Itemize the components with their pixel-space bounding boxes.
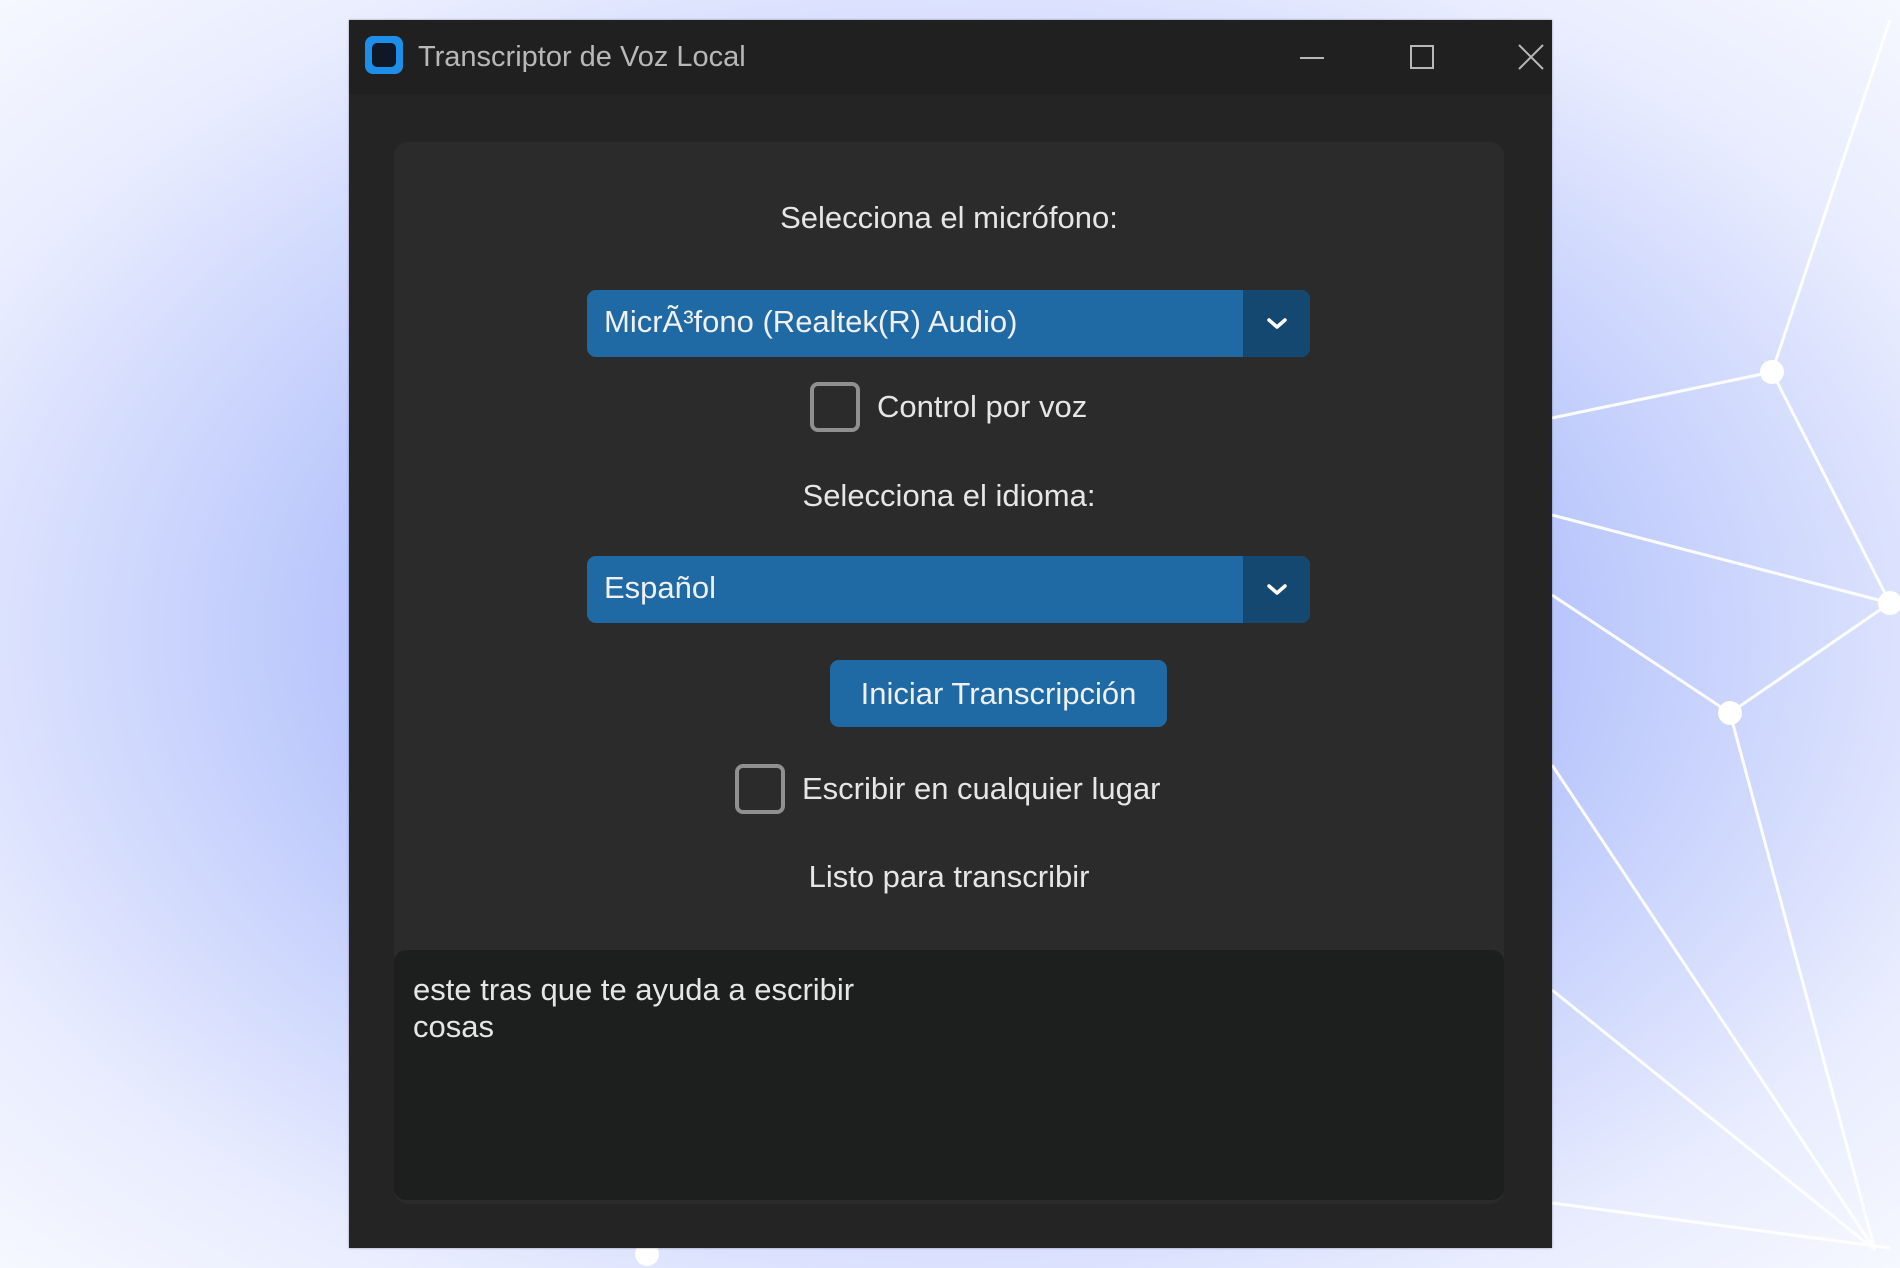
chevron-down-icon [1267, 584, 1287, 595]
app-window: Transcriptor de Voz Local Selecciona el … [349, 20, 1552, 1248]
maximize-button[interactable] [1371, 20, 1471, 94]
close-icon [1518, 44, 1544, 70]
title-bar[interactable]: Transcriptor de Voz Local [349, 20, 1552, 94]
window-title: Transcriptor de Voz Local [418, 41, 746, 73]
close-button[interactable] [1480, 20, 1580, 94]
minimize-button[interactable] [1262, 20, 1362, 94]
microphone-label: Selecciona el micrófono: [780, 200, 1118, 235]
app-icon [365, 36, 403, 74]
write-anywhere-checkbox-box[interactable] [735, 764, 785, 814]
chevron-down-icon [1267, 318, 1287, 329]
write-anywhere-label: Escribir en cualquier lugar [802, 771, 1161, 806]
status-text: Listo para transcribir [808, 859, 1090, 894]
language-label: Selecciona el idioma: [802, 478, 1096, 513]
language-selected-value: Español [604, 570, 717, 605]
language-dropdown-toggle[interactable] [1243, 556, 1310, 623]
main-panel: Selecciona el micrófono: MicrÃ³fono (Rea… [394, 142, 1504, 1204]
language-dropdown[interactable]: Español [587, 556, 1310, 623]
voice-control-checkbox-box[interactable] [810, 382, 860, 432]
maximize-icon [1410, 45, 1434, 69]
transcript-textbox[interactable]: este tras que te ayuda a escribir cosas [394, 950, 1504, 1200]
minimize-icon [1300, 57, 1324, 59]
start-transcription-button[interactable]: Iniciar Transcripción [830, 660, 1167, 727]
voice-control-label: Control por voz [877, 389, 1088, 424]
microphone-selected-value: MicrÃ³fono (Realtek(R) Audio) [604, 304, 1018, 339]
microphone-dropdown-toggle[interactable] [1243, 290, 1310, 357]
write-anywhere-checkbox[interactable]: Escribir en cualquier lugar [735, 764, 1160, 814]
microphone-dropdown[interactable]: MicrÃ³fono (Realtek(R) Audio) [587, 290, 1310, 357]
voice-control-checkbox[interactable]: Control por voz [810, 382, 1087, 432]
